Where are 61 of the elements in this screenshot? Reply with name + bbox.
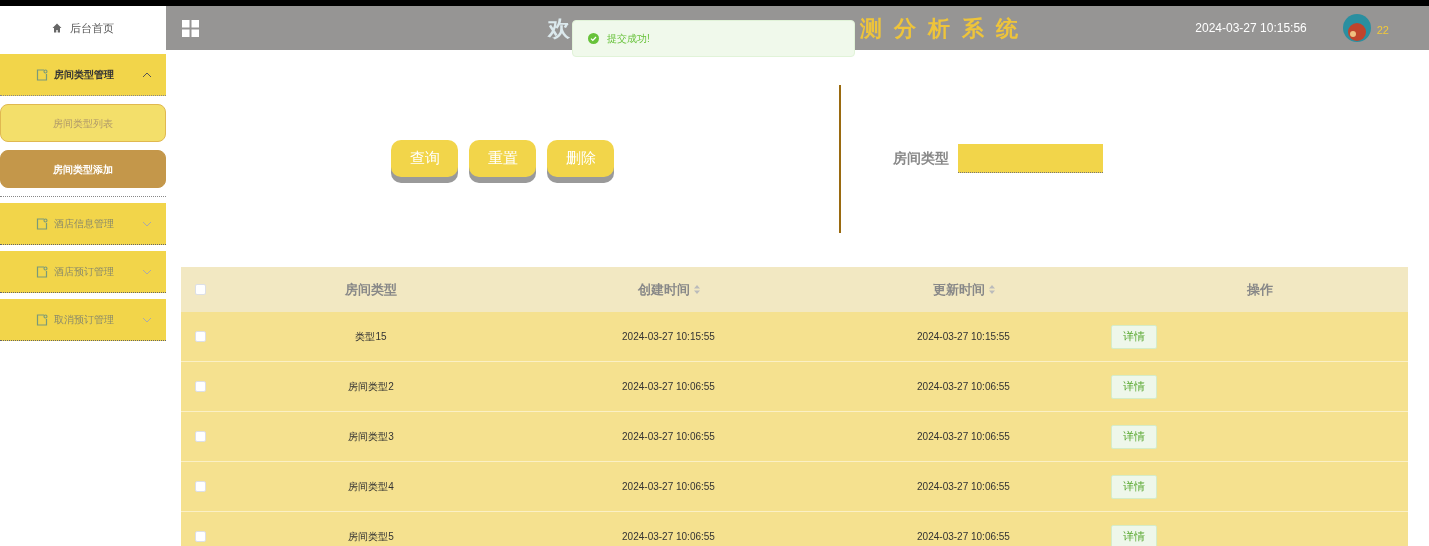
document-icon: [36, 217, 48, 230]
checkbox[interactable]: [195, 431, 206, 442]
document-icon: [36, 313, 48, 326]
chevron-down-icon: [142, 316, 152, 323]
chevron-up-icon: [142, 71, 152, 78]
table-cell-text: 房间类型2: [347, 380, 395, 394]
checkbox[interactable]: [195, 331, 206, 342]
detail-button[interactable]: 详情: [1111, 474, 1157, 499]
chevron-down-icon: [142, 268, 152, 275]
table-cell-text: 2024-03-27 10:06:55: [621, 380, 716, 394]
user-count: 22: [1376, 22, 1389, 38]
grid-menu-icon[interactable]: [182, 19, 199, 37]
column-header[interactable]: 房间类型: [345, 279, 397, 300]
checkbox[interactable]: [195, 531, 206, 542]
sort-icon[interactable]: [693, 285, 700, 294]
menu-item[interactable]: 房间类型管理: [0, 54, 166, 96]
table-cell-text: 2024-03-27 10:06:55: [916, 430, 1011, 444]
table-cell-text: 房间类型5: [347, 530, 395, 544]
table-cell-text: 房间类型4: [347, 480, 395, 494]
menu-label: 酒店预订管理: [54, 265, 115, 279]
column-header[interactable]: 更新时间: [932, 279, 995, 300]
menu-label: 取消预订管理: [54, 313, 115, 327]
detail-button[interactable]: 详情: [1111, 374, 1157, 399]
detail-button[interactable]: 详情: [1111, 424, 1157, 449]
submenu-item[interactable]: 房间类型添加: [0, 150, 166, 188]
table-cell-text: 2024-03-27 10:06:55: [916, 530, 1011, 544]
table-cell-text: 2024-03-27 10:15:55: [916, 330, 1011, 344]
table-cell-text: 2024-03-27 10:06:55: [621, 430, 716, 444]
toast-message: 提交成功!: [607, 32, 650, 46]
checkbox[interactable]: [195, 284, 206, 295]
column-header[interactable]: 创建时间: [637, 279, 700, 300]
page-title: 欢: [548, 14, 570, 43]
table-cell-text: 2024-03-27 10:06:55: [621, 530, 716, 544]
detail-button[interactable]: 详情: [1111, 324, 1157, 349]
menu-label: 酒店信息管理: [54, 217, 115, 231]
table-cell-text: 类型15: [354, 330, 388, 344]
column-header[interactable]: 操作: [1246, 279, 1273, 300]
document-icon: [36, 68, 48, 81]
chevron-down-icon: [142, 220, 152, 227]
room-type-field[interactable]: [958, 144, 1103, 173]
page-title: 测分析系统: [860, 14, 1030, 43]
sort-icon[interactable]: [988, 285, 995, 294]
home-link[interactable]: 后台首页: [70, 19, 114, 37]
checkbox[interactable]: [195, 381, 206, 392]
table-cell-text: 2024-03-27 10:06:55: [916, 380, 1011, 394]
detail-button[interactable]: 详情: [1111, 524, 1157, 546]
menu-label: 房间类型管理: [54, 68, 115, 82]
table-cell-text: 2024-03-27 10:06:55: [621, 480, 716, 494]
datetime: 2024-03-27 10:15:56: [1195, 20, 1307, 37]
checkbox[interactable]: [195, 481, 206, 492]
document-icon: [36, 265, 48, 278]
menu-item[interactable]: 酒店预订管理: [0, 251, 166, 293]
field-label: 房间类型: [893, 149, 949, 168]
table-cell-text: 2024-03-27 10:15:55: [621, 330, 716, 344]
table-cell-text: 2024-03-27 10:06:55: [916, 480, 1011, 494]
home-icon: [52, 23, 62, 33]
avatar[interactable]: [1342, 14, 1371, 42]
success-icon: [588, 33, 599, 44]
menu-item[interactable]: 酒店信息管理: [0, 203, 166, 245]
table-cell-text: 房间类型3: [347, 430, 395, 444]
menu-item[interactable]: 取消预订管理: [0, 299, 166, 341]
